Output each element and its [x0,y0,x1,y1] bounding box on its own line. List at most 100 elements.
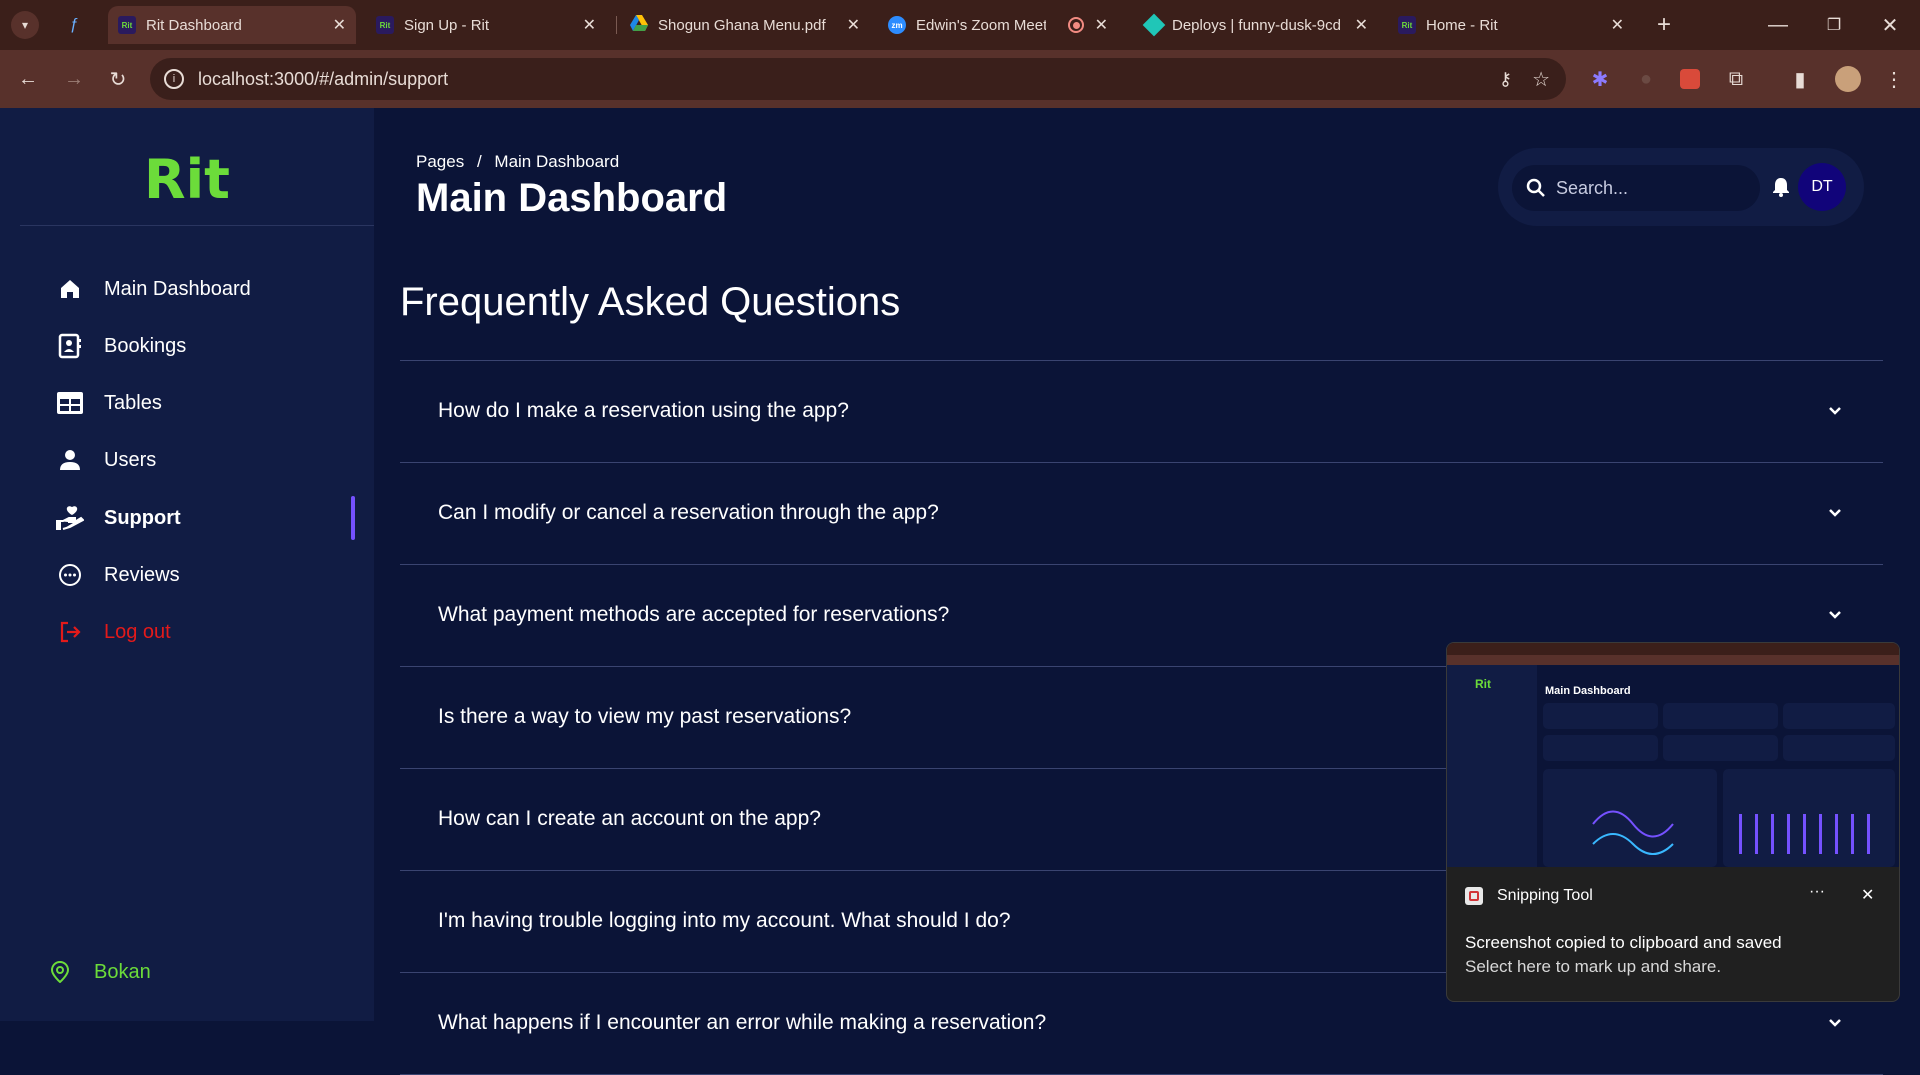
tab-deploys[interactable]: Deploys | funny-dusk-9cd ✕ [1136,6,1378,44]
more-options-icon[interactable]: ··· [1809,883,1825,901]
minimize-icon[interactable]: — [1764,11,1792,39]
restore-icon[interactable]: ❐ [1820,11,1848,39]
tab-title: Deploys | funny-dusk-9cd [1172,16,1341,34]
faq-question[interactable]: Is there a way to view my past reservati… [438,705,851,729]
breadcrumb: Pages / Main Dashboard [416,152,619,172]
extension-asterisk-icon[interactable]: ✱ [1586,65,1614,93]
browser-tab-strip: ▾ ƒ Rit Rit Dashboard ✕ Rit Sign Up - Ri… [0,0,1920,50]
netlify-icon [1142,13,1166,37]
new-tab-icon[interactable]: + [1650,11,1678,39]
thumbnail-title: Main Dashboard [1545,685,1631,697]
close-tab-icon[interactable]: ✕ [333,15,346,35]
extensions-puzzle-icon[interactable]: ⧉ [1722,65,1750,93]
chevron-down-icon[interactable] [1825,401,1845,421]
chevron-down-icon[interactable] [1825,1013,1845,1033]
active-indicator [351,496,355,540]
sidebar-item-tables[interactable]: Tables [56,385,162,421]
rit-favicon-icon: Rit [376,16,394,34]
faq-question[interactable]: I'm having trouble logging into my accou… [438,909,1011,933]
tab-pinned[interactable]: ƒ [60,6,106,44]
close-tab-icon[interactable]: ✕ [583,15,596,35]
close-window-icon[interactable]: ✕ [1876,11,1904,39]
close-tab-icon[interactable]: ✕ [1095,15,1108,35]
tab-rit-dashboard[interactable]: Rit Rit Dashboard ✕ [108,6,356,44]
logout-icon [56,618,84,646]
sidebar-item-label: Main Dashboard [104,277,251,300]
tab-sign-up[interactable]: Rit Sign Up - Rit ✕ [366,6,606,44]
chat-bubble-icon [56,561,84,589]
tab-title: Sign Up - Rit [404,16,490,34]
reload-icon[interactable]: ↻ [104,65,132,93]
faq-item[interactable]: How do I make a reservation using the ap… [400,361,1883,463]
tab-search-button[interactable]: ▾ [11,11,39,39]
chevron-down-icon[interactable] [1825,605,1845,625]
toast-subtext: Select here to mark up and share. [1465,957,1722,976]
page-title: Main Dashboard [416,176,728,220]
tab-title: Rit Dashboard [146,16,242,34]
faq-item[interactable]: Can I modify or cancel a reservation thr… [400,463,1883,565]
sidebar-item-bookings[interactable]: Bookings [56,328,186,364]
sidebar-item-users[interactable]: Users [56,442,156,478]
sidebar-divider [20,225,374,226]
faq-question[interactable]: What payment methods are accepted for re… [438,603,949,627]
hand-heart-icon [56,504,84,532]
screenshot-thumbnail[interactable]: Rit Main Dashboard [1447,643,1899,867]
sidebar-item-main-dashboard[interactable]: Main Dashboard [56,271,251,307]
rit-favicon-icon: Rit [1398,16,1416,34]
tab-separator [616,16,617,34]
toast-message: Screenshot copied to clipboard and saved [1465,933,1782,952]
table-icon [56,389,84,417]
sidebar-item-support[interactable]: Support [56,500,181,536]
snipping-tool-notification[interactable]: Rit Main Dashboard Snipping Tool ··· ✕ S… [1446,642,1900,1002]
snipping-tool-icon [1465,887,1483,905]
bolt-icon: ƒ [70,16,79,33]
home-icon [56,275,84,303]
search-input[interactable] [1556,177,1736,199]
profile-avatar-icon[interactable] [1834,65,1862,93]
extension-red-icon[interactable] [1676,65,1704,93]
side-panel-icon[interactable]: ▮ [1786,65,1814,93]
close-tab-icon[interactable]: ✕ [847,15,860,35]
address-bar[interactable]: i localhost:3000/#/admin/support ⚷ ☆ [150,58,1566,100]
key-icon[interactable]: ⚷ [1499,69,1512,90]
chevron-down-icon[interactable] [1825,503,1845,523]
faq-question[interactable]: What happens if I encounter an error whi… [438,1011,1046,1035]
tab-home-rit[interactable]: Rit Home - Rit ✕ [1388,6,1634,44]
faq-heading: Frequently Asked Questions [400,280,901,324]
faq-question[interactable]: Can I modify or cancel a reservation thr… [438,501,939,525]
url-text[interactable]: localhost:3000/#/admin/support [198,69,448,90]
close-tab-icon[interactable]: ✕ [1611,15,1624,35]
forward-icon[interactable]: → [60,65,88,93]
extension-dark-icon[interactable]: ● [1632,65,1660,93]
breadcrumb-current[interactable]: Main Dashboard [494,152,619,171]
app-logo[interactable]: Rit [0,148,374,211]
search-field[interactable] [1512,165,1760,211]
location-label: Bokan [94,960,151,983]
site-info-icon[interactable]: i [164,69,184,89]
avatar[interactable]: DT [1798,163,1846,211]
drive-icon [630,15,648,35]
bookmark-star-icon[interactable]: ☆ [1532,67,1550,92]
location-pin-icon [46,958,74,986]
rit-favicon-icon: Rit [118,16,136,34]
header-actions: DT [1498,148,1864,226]
sidebar-item-logout[interactable]: Log out [56,614,171,650]
close-tab-icon[interactable]: ✕ [1355,15,1368,35]
close-icon[interactable]: ✕ [1861,885,1874,905]
faq-question[interactable]: How do I make a reservation using the ap… [438,399,849,423]
browser-menu-icon[interactable]: ⋮ [1880,65,1908,93]
contact-card-icon [56,332,84,360]
search-icon [1526,178,1546,198]
faq-question[interactable]: How can I create an account on the app? [438,807,821,831]
breadcrumb-root[interactable]: Pages [416,152,464,171]
zoom-icon: zm [888,16,906,34]
location-indicator: Bokan [46,954,151,990]
sidebar-item-reviews[interactable]: Reviews [56,557,180,593]
tab-zoom-meeting[interactable]: zm Edwin's Zoom Meetin ✕ [878,6,1118,44]
tab-shogun-menu[interactable]: Shogun Ghana Menu.pdf ✕ [620,6,870,44]
notification-bell-icon[interactable] [1772,177,1790,197]
sidebar: Rit Main Dashboard Bookings Tables Users… [0,108,374,1021]
toast-app-name: Snipping Tool [1497,887,1593,904]
tab-title: Edwin's Zoom Meetin [916,16,1046,34]
back-icon[interactable]: ← [14,65,42,93]
